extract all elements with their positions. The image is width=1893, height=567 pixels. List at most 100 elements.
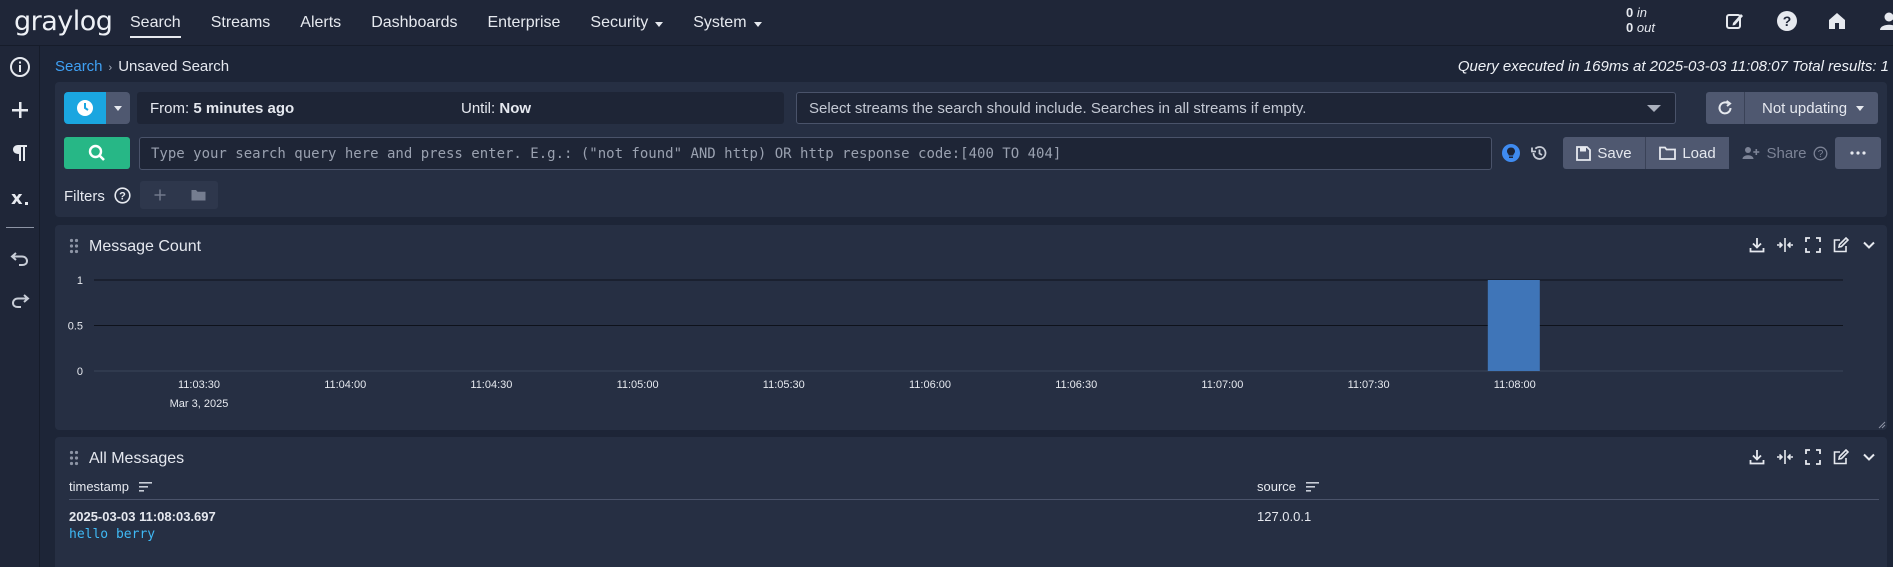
x-tick-label: 11:07:30 — [1348, 379, 1390, 391]
graylog-logo[interactable]: graylog — [14, 6, 113, 37]
breadcrumb-search-link[interactable]: Search — [55, 58, 103, 75]
streams-placeholder: Select streams the search should include… — [809, 99, 1307, 117]
nav-enterprise[interactable]: Enterprise — [487, 0, 560, 46]
y-tick-label: 1 — [77, 275, 83, 287]
home-icon[interactable] — [1826, 10, 1848, 32]
throughput-in-label: in — [1636, 5, 1647, 20]
table-header-divider — [69, 499, 1879, 500]
paragraph-icon[interactable] — [8, 141, 32, 165]
streams-select[interactable]: Select streams the search should include… — [796, 92, 1676, 124]
time-range-display[interactable]: From: 5 minutes ago Until: Now — [137, 92, 784, 124]
folder-icon — [191, 190, 206, 201]
help-icon[interactable]: ? — [1776, 10, 1798, 32]
filters-text: Filters — [64, 188, 105, 205]
column-header-label: source — [1257, 479, 1297, 494]
main-nav: Search Streams Alerts Dashboards Enterpr… — [130, 0, 762, 46]
chevron-down-icon — [1856, 106, 1864, 111]
throughput-in-count: 0 — [1626, 5, 1634, 20]
column-header-label: timestamp — [69, 479, 129, 494]
variable-icon[interactable]: x — [8, 186, 32, 210]
x-tick-sublabel: Mar 3, 2025 — [170, 398, 229, 410]
share-label: Share — [1766, 144, 1807, 162]
x-tick-label: 11:04:30 — [470, 379, 512, 391]
search-query-input[interactable]: Type your search query here and press en… — [139, 137, 1492, 170]
add-filter-button[interactable] — [140, 181, 179, 209]
chevron-down-icon[interactable] — [1859, 447, 1879, 467]
time-range-button[interactable] — [64, 92, 106, 124]
clock-icon — [77, 100, 93, 116]
info-icon[interactable] — [8, 55, 32, 79]
widget-title[interactable]: All Messages — [89, 450, 184, 468]
edit-icon[interactable] — [1831, 447, 1851, 467]
lightbulb-icon[interactable] — [1502, 144, 1520, 162]
user-plus-icon — [1742, 147, 1760, 159]
time-range-from[interactable]: From: 5 minutes ago — [150, 100, 294, 117]
sort-icon[interactable] — [1306, 481, 1320, 492]
download-icon[interactable] — [1747, 447, 1767, 467]
plus-icon[interactable] — [8, 98, 32, 122]
widget-actions — [1747, 447, 1879, 467]
nav-dashboards-label: Dashboards — [371, 14, 458, 31]
sort-icon[interactable] — [138, 481, 152, 492]
column-header-timestamp[interactable]: timestamp — [69, 479, 152, 494]
help-icon[interactable]: ? — [114, 187, 131, 204]
edit-icon[interactable] — [1724, 10, 1746, 32]
svg-text:?: ? — [119, 191, 126, 203]
svg-text:x: x — [11, 188, 23, 209]
x-tick-label: 11:04:00 — [324, 379, 366, 391]
x-tick-label: 11:05:30 — [763, 379, 805, 391]
search-icon — [88, 144, 105, 161]
nav-search[interactable]: Search — [130, 0, 181, 46]
load-button[interactable]: Load — [1645, 137, 1729, 169]
save-button[interactable]: Save — [1563, 137, 1645, 169]
top-navigation: graylog Search Streams Alerts Dashboards… — [0, 0, 1893, 46]
time-range-dropdown-button[interactable] — [106, 92, 130, 124]
more-actions-button[interactable] — [1835, 137, 1881, 169]
undo-icon[interactable] — [8, 246, 32, 270]
nav-streams[interactable]: Streams — [211, 0, 271, 46]
user-icon[interactable] — [1878, 10, 1893, 32]
breadcrumb: Search › Unsaved Search — [55, 58, 229, 75]
redo-icon[interactable] — [8, 288, 32, 312]
nav-search-label: Search — [130, 14, 181, 31]
message-timestamp[interactable]: 2025-03-03 11:08:03.697 — [69, 509, 216, 524]
throughput-out-count: 0 — [1626, 20, 1634, 35]
fullscreen-icon[interactable] — [1803, 447, 1823, 467]
message-count-chart[interactable]: 0 0.5 1 11:03:30 Mar 3, 2025 11:04:00 11:04:30… — [55, 225, 1887, 430]
save-label: Save — [1597, 144, 1632, 162]
expand-width-icon[interactable] — [1775, 447, 1795, 467]
filter-folder-button[interactable] — [179, 181, 218, 209]
nav-alerts-label: Alerts — [300, 14, 342, 31]
search-sidebar: x — [0, 46, 40, 567]
breadcrumb-separator-icon: › — [108, 62, 113, 74]
message-source[interactable]: 127.0.0.1 — [1257, 509, 1311, 524]
help-icon: ? — [1813, 146, 1827, 160]
search-button[interactable] — [64, 137, 130, 169]
drag-handle-icon[interactable] — [69, 450, 79, 466]
load-label: Load — [1682, 144, 1716, 162]
message-count-widget: Message Count 0 0.5 1 11:03:30 Mar 3, 2025 11… — [55, 225, 1887, 430]
throughput-indicator[interactable]: 0 in 0 out — [1626, 5, 1655, 35]
refresh-controls[interactable]: Not updating — [1706, 92, 1878, 124]
nav-dashboards[interactable]: Dashboards — [371, 0, 457, 46]
message-text[interactable]: hello berry — [69, 527, 155, 542]
history-icon[interactable] — [1530, 144, 1548, 162]
x-tick-label: 11:03:30 — [178, 379, 220, 391]
nav-alerts[interactable]: Alerts — [300, 0, 341, 46]
chevron-down-icon — [655, 21, 664, 27]
nav-system[interactable]: System — [693, 0, 762, 46]
nav-security[interactable]: Security — [590, 0, 664, 46]
query-execution-info: Query executed in 169ms at 2025-03-03 11… — [1457, 58, 1889, 75]
save-icon — [1576, 145, 1592, 161]
filters-label: Filters ? — [64, 187, 131, 205]
nav-enterprise-label: Enterprise — [487, 14, 561, 31]
refresh-icon — [1718, 100, 1732, 115]
breadcrumb-current: Unsaved Search — [118, 58, 230, 75]
share-button[interactable]: Share ? — [1729, 137, 1841, 169]
nav-streams-label: Streams — [210, 14, 271, 31]
query-placeholder: Type your search query here and press en… — [151, 145, 1062, 162]
column-header-source[interactable]: source — [1257, 479, 1320, 494]
nav-system-label: System — [693, 14, 747, 31]
resize-handle-icon[interactable] — [1878, 421, 1886, 429]
time-range-until[interactable]: Until: Now — [461, 100, 531, 117]
